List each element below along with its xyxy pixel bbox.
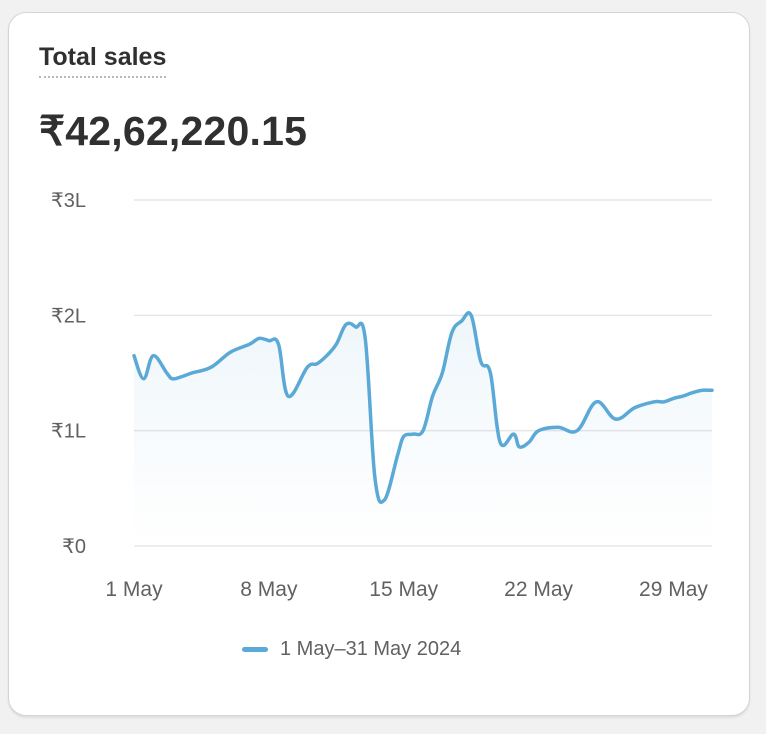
y-axis-ticks: ₹0 ₹1L ₹2L ₹3L bbox=[51, 190, 86, 558]
sales-line-chart: ₹0 ₹1L ₹2L ₹3L 1 May 8 May 15 May 22 May 29 May bbox=[51, 190, 714, 601]
legend-swatch bbox=[242, 647, 268, 652]
x-tick-label: 1 May bbox=[105, 578, 163, 601]
x-tick-label: 15 May bbox=[369, 578, 438, 601]
y-tick-label: ₹3L bbox=[51, 190, 86, 212]
x-tick-label: 29 May bbox=[639, 578, 708, 601]
x-tick-label: 22 May bbox=[504, 578, 573, 601]
legend-label: 1 May–31 May 2024 bbox=[280, 638, 462, 660]
x-axis-ticks: 1 May 8 May 15 May 22 May 29 May bbox=[105, 578, 708, 601]
chart-legend[interactable]: 1 May–31 May 2024 bbox=[242, 638, 461, 661]
y-tick-label: ₹0 bbox=[62, 536, 86, 558]
x-tick-label: 8 May bbox=[240, 578, 298, 601]
y-tick-label: ₹1L bbox=[51, 421, 86, 443]
y-tick-label: ₹2L bbox=[51, 305, 86, 327]
